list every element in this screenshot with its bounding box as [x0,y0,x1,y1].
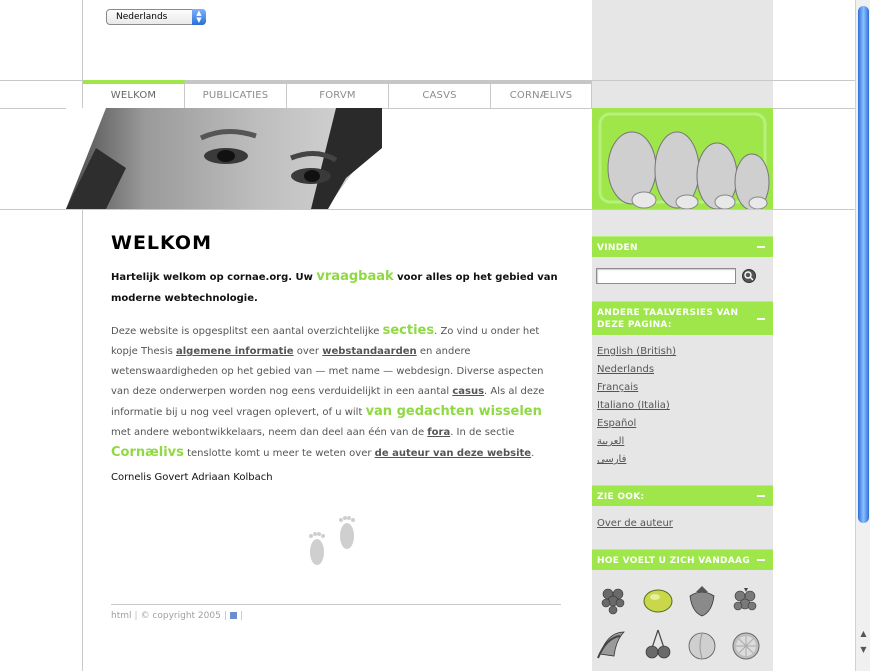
highlight-vraagbaak: vraagbaak [316,269,394,284]
strawberry-icon[interactable] [686,584,718,618]
section-header-taalversies[interactable]: ANDERE TAALVERSIES VAN DEZE PAGINA: [592,301,773,335]
raspberry-icon[interactable] [730,584,762,618]
search-input[interactable] [596,268,736,284]
header-hand-image [592,108,773,209]
nav-item-forvm[interactable]: FORVM [287,80,389,108]
select-arrows-icon: ▲ ▼ [192,9,206,25]
peach-icon[interactable] [686,628,718,662]
nav-label: FORVM [319,90,356,101]
algemene-informatie-link[interactable]: algemene informatie [176,346,294,357]
collapse-icon[interactable] [757,495,765,497]
language-link[interactable]: Français [597,379,676,397]
cornaelivs-link[interactable]: Cornælivs [111,445,184,460]
body-text: . [531,448,535,459]
section-title: HOE VOELT U ZICH VANDAAG [597,556,751,566]
scroll-thumb[interactable] [858,6,869,523]
language-link[interactable]: فارسی [597,451,676,469]
nav-item-welkom[interactable]: WELKOM [83,80,185,108]
collapse-icon[interactable] [757,246,765,248]
body-text: over [293,346,323,357]
body-paragraph: Deze website is opgesplitst een aantal o… [111,321,561,464]
html-link[interactable]: html [111,611,132,621]
page-title: WELKOM [111,232,212,254]
footer: html | © copyright 2005 | | [111,611,243,621]
scroll-down-arrow-icon[interactable]: ▼ [858,644,869,656]
language-link[interactable]: العربية [597,433,676,451]
see-also-links: Over de auteur [597,515,673,533]
auteur-link[interactable]: de auteur van deze website [375,448,531,459]
language-links: English (British) Nederlands Français It… [597,343,676,469]
banner-bottom-line [0,209,855,210]
signature: Cornelis Govert Adriaan Kolbach [111,472,273,483]
nav-label: CORNÆLIVS [509,90,573,101]
section-title: ZIE OOK: [597,492,645,502]
search-icon[interactable] [742,269,756,283]
footer-divider [111,604,561,605]
collapse-icon[interactable] [757,559,765,561]
intro-paragraph: Hartelijk welkom op cornae.org. Uw vraag… [111,266,561,309]
fora-link[interactable]: fora [427,427,450,438]
cherry-icon[interactable] [642,628,674,662]
copyright-text: © copyright 2005 [140,611,221,621]
banana-icon[interactable] [596,628,628,662]
intro-text: Hartelijk welkom op cornae.org. Uw [111,272,317,283]
language-link[interactable]: Español [597,415,676,433]
language-link[interactable]: English (British) [597,343,676,361]
scroll-up-arrow-icon[interactable]: ▲ [858,628,869,640]
section-title: ANDERE TAALVERSIES VAN DEZE PAGINA: [597,308,739,330]
casus-link[interactable]: casus [452,386,484,397]
section-header-zie-ook[interactable]: ZIE OOK: [592,485,773,506]
nav-item-casvs[interactable]: CASVS [389,80,491,108]
nav-label: CASVS [422,90,457,101]
nav-label: WELKOM [110,90,157,101]
webstandaarden-link[interactable]: webstandaarden [322,346,416,357]
main-nav: WELKOM PUBLICATIES FORVM CASVS CORNÆLIVS [83,80,592,108]
nav-item-publicaties[interactable]: PUBLICATIES [185,80,287,108]
language-select[interactable]: Nederlands ▲ ▼ [106,9,206,25]
grape-icon[interactable] [598,584,630,618]
footprints-icon [309,516,355,565]
about-author-link[interactable]: Over de auteur [597,515,673,533]
lime-icon[interactable] [642,584,674,618]
section-header-vinden[interactable]: VINDEN [592,236,773,257]
language-select-value: Nederlands [116,12,168,22]
orange-slice-icon[interactable] [730,628,762,662]
collapse-icon[interactable] [757,317,765,320]
nav-label: PUBLICATIES [202,90,269,101]
section-header-mood[interactable]: HOE VOELT U ZICH VANDAAG [592,549,773,570]
section-title: VINDEN [597,243,638,253]
body-text: met andere webontwikkelaars, neem dan de… [111,427,428,438]
rss-icon[interactable] [229,612,237,619]
body-text: Deze website is opgesplitst een aantal o… [111,326,383,337]
vertical-scrollbar[interactable]: ▲ ▼ [855,0,870,671]
body-text: . In de sectie [450,427,515,438]
secties-link[interactable]: secties [383,323,435,338]
gedachten-wisselen-link[interactable]: van gedachten wisselen [366,404,542,419]
language-link[interactable]: Italiano (Italia) [597,397,676,415]
sidebar-column [592,0,773,671]
language-link[interactable]: Nederlands [597,361,676,379]
nav-item-cornaelivs[interactable]: CORNÆLIVS [491,80,592,108]
main-content: WELKOM Hartelijk welkom op cornae.org. U… [111,232,561,493]
body-text: tenslotte komt u meer te weten over [183,448,375,459]
header-face-image [66,108,382,209]
